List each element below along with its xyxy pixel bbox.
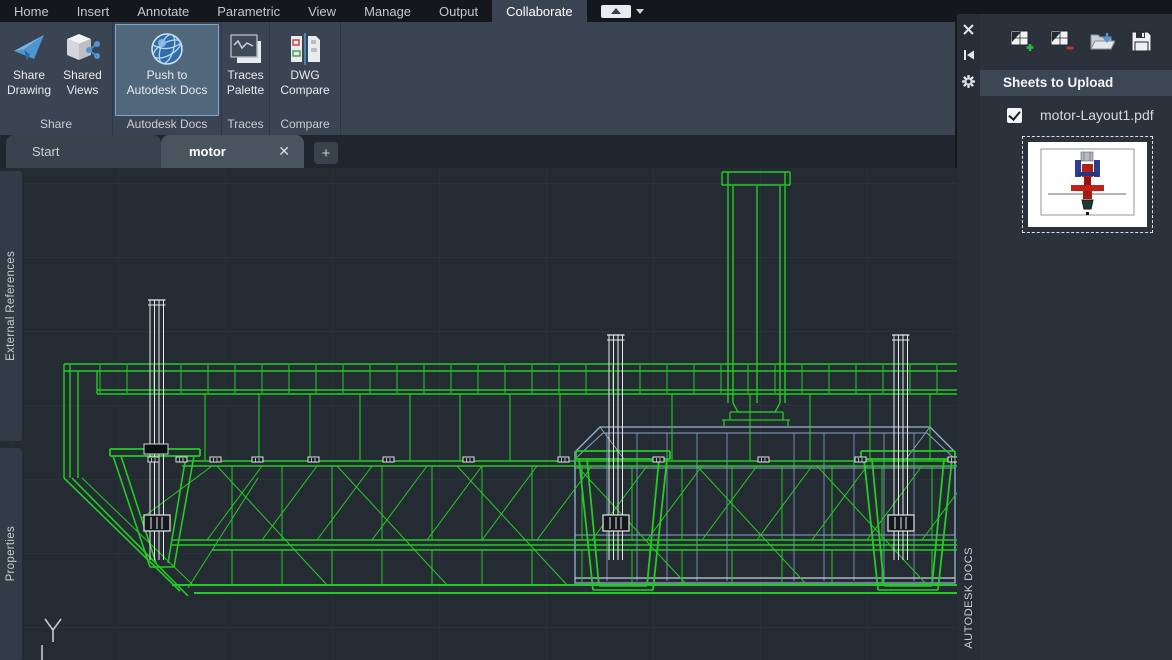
docs-panel-titlebar: AUTODESK DOCS <box>957 14 980 660</box>
sheet-row: motor-Layout1.pdf <box>980 96 1172 123</box>
open-icon[interactable] <box>1090 30 1116 58</box>
cad-wireframe-drawing <box>41 171 957 660</box>
file-tab-bar: Start motor ✕ + <box>0 135 955 168</box>
sheet-thumbnail[interactable] <box>1022 136 1153 233</box>
traces-palette-icon <box>229 30 263 68</box>
sheet-thumbnail-page <box>1028 142 1147 227</box>
tab-label: motor <box>189 144 226 159</box>
file-tab-motor[interactable]: motor ✕ <box>161 135 304 168</box>
ribbon-group-share: Share Drawing Shared Views Share <box>0 22 113 135</box>
ribbon-group-traces: Traces Palette Traces <box>222 22 270 135</box>
ribbon-group-label: Autodesk Docs <box>126 117 208 131</box>
button-label: DWG Compare <box>280 68 330 97</box>
ribbon-group-compare: DWG Compare Compare <box>270 22 341 135</box>
ribbon-tab-collaborate[interactable]: Collaborate <box>492 0 587 22</box>
ribbon-minimize-button[interactable] <box>600 4 631 18</box>
remove-sheets-icon[interactable] <box>1050 30 1075 58</box>
ribbon-tab-insert[interactable]: Insert <box>63 0 124 22</box>
file-tab-start[interactable]: Start <box>6 135 161 168</box>
button-label: Push to Autodesk Docs <box>126 68 208 97</box>
close-icon[interactable]: ✕ <box>278 143 290 160</box>
auto-hide-icon[interactable] <box>962 48 976 62</box>
paper-plane-icon <box>12 30 46 68</box>
tab-label: Properties <box>5 526 17 582</box>
autocad-window: Home Insert Annotate Parametric View Man… <box>0 0 1172 660</box>
ribbon-tab-annotate[interactable]: Annotate <box>123 0 203 22</box>
ribbon-group-autodesk-docs: Push to Autodesk Docs Autodesk Docs <box>113 22 222 135</box>
ribbon-tab-manage[interactable]: Manage <box>350 0 425 22</box>
shared-views-button[interactable]: Shared Views <box>56 24 109 116</box>
autodesk-docs-panel: Sheets to Upload motor-Layout1.pdf <box>980 14 1172 660</box>
ribbon-minimize-dropdown[interactable] <box>635 8 644 14</box>
drawing-canvas[interactable] <box>0 168 957 660</box>
cube-share-icon <box>65 30 101 68</box>
sheet-checkbox[interactable] <box>1007 107 1022 123</box>
push-to-autodesk-docs-button[interactable]: Push to Autodesk Docs <box>115 24 219 116</box>
new-tab-button[interactable]: + <box>314 142 338 164</box>
ribbon-tab-parametric[interactable]: Parametric <box>203 0 294 22</box>
dwg-compare-button[interactable]: DWG Compare <box>274 24 336 116</box>
close-icon[interactable] <box>962 22 976 36</box>
left-palette-tabs: External References Properties <box>0 168 22 660</box>
ribbon-tab-output[interactable]: Output <box>425 0 492 22</box>
properties-icon[interactable] <box>962 74 976 88</box>
ribbon: Share Drawing Shared Views Share Push to… <box>0 22 955 135</box>
ribbon-group-label: Traces <box>227 117 264 131</box>
add-sheets-icon[interactable] <box>1010 30 1035 58</box>
external-references-palette-tab[interactable]: External References <box>0 171 22 441</box>
button-label: Share Drawing <box>6 68 51 97</box>
globe-icon <box>149 30 185 68</box>
tab-label: Start <box>32 144 60 159</box>
ribbon-group-label: Share <box>39 117 73 131</box>
ribbon-group-label: Compare <box>280 117 330 131</box>
share-drawing-button[interactable]: Share Drawing <box>2 24 56 116</box>
tab-label: External References <box>5 251 17 361</box>
ribbon-tab-home[interactable]: Home <box>0 0 63 22</box>
ribbon-tab-view[interactable]: View <box>294 0 350 22</box>
docs-panel-vertical-title: AUTODESK DOCS <box>962 547 975 649</box>
up-triangle-icon <box>610 8 621 14</box>
save-icon[interactable] <box>1130 30 1153 58</box>
sheet-name: motor-Layout1.pdf <box>1040 107 1154 123</box>
button-label: Traces Palette <box>226 68 265 97</box>
dwg-compare-icon <box>288 30 322 68</box>
button-label: Shared Views <box>63 68 102 97</box>
properties-palette-tab[interactable]: Properties <box>0 448 22 660</box>
traces-palette-button[interactable]: Traces Palette <box>224 24 267 116</box>
sheets-to-upload-header: Sheets to Upload <box>980 70 1172 96</box>
panel-toolbar <box>980 14 1172 68</box>
